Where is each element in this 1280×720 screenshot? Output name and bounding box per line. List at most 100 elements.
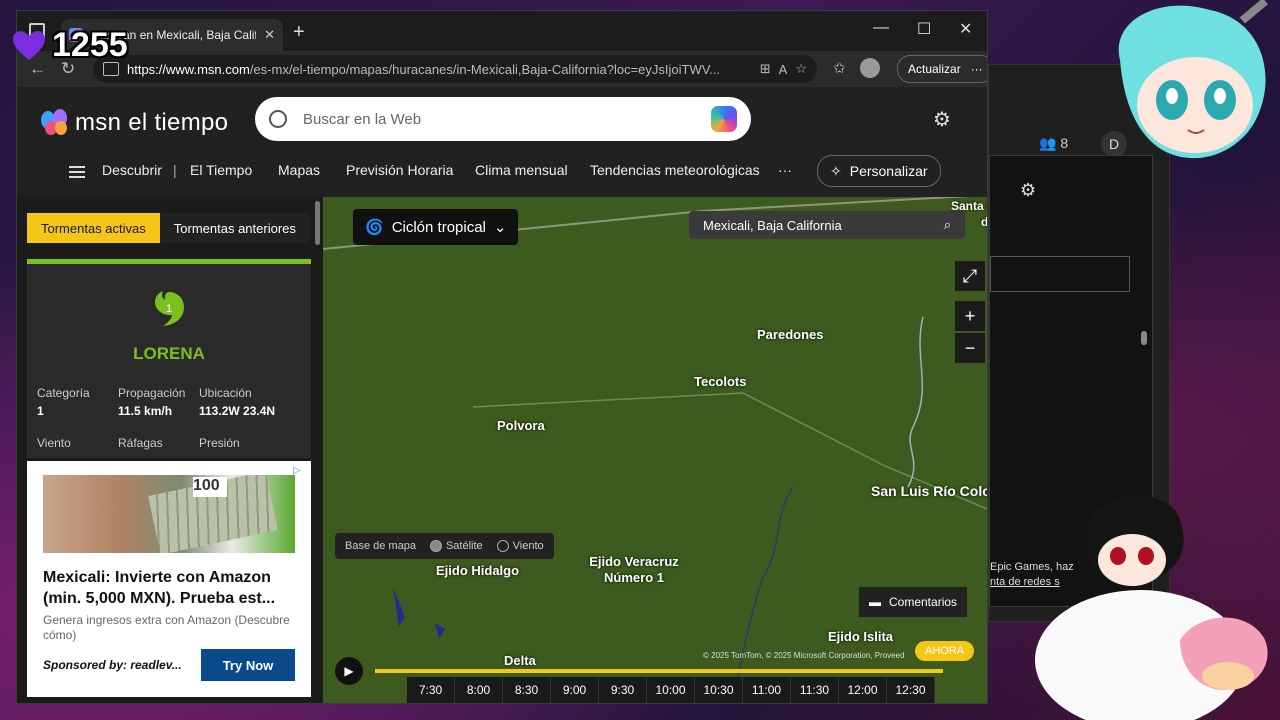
place-label: Ejido Islita [828,629,894,644]
layer-selector-button[interactable]: 🌀 Ciclón tropical ⌄ [353,209,519,245]
hurricane-category: 1 [166,303,172,315]
stat-propagacion: Propagación 11.5 km/h [118,386,185,418]
hurricane-icon: 1 [155,291,184,326]
chevron-down-icon: ⌄ [493,219,507,236]
tab-past-storms[interactable]: Tormentas anteriores [159,213,310,243]
stat-value: 113.2W 23.4N [199,404,276,418]
radio-icon [496,540,509,553]
place-label: Paredones [757,327,824,342]
time-slot[interactable]: 7:30 [407,677,455,703]
nav-tendencias[interactable]: Tendencias meteorológicas [590,162,760,178]
stat-value: 1 [37,404,44,418]
time-slot[interactable]: 8:00 [455,677,503,703]
maximize-icon[interactable]: ☐ [917,19,931,39]
sponsored-ad[interactable]: ▷ 100 Mexicali: Invierte con Amazon (min… [27,461,311,697]
tab-active-storms[interactable]: Tormentas activas [27,213,160,243]
time-slot[interactable]: 12:30 [887,677,935,703]
settings-gear-icon[interactable]: ⚙ [933,107,951,132]
minimize-icon[interactable]: — [873,19,889,37]
personalize-button[interactable]: ✧ Personalizar [817,155,941,187]
place-label: Polvora [497,418,545,433]
close-tab-icon[interactable]: ✕ [264,27,275,43]
msn-weather-page: msn el tiempo ⚙ Descubrir | El Tiempo Ma… [17,87,987,703]
time-slot[interactable]: 9:00 [551,677,599,703]
play-icon: ▶ [344,664,354,678]
url-field[interactable]: https://www.msn.com/es-mx/el-tiempo/mapa… [93,55,817,83]
users-count: 👥 8 [1039,135,1068,152]
background-input[interactable] [990,256,1130,292]
timeline-progress[interactable] [375,669,943,673]
web-search-box[interactable] [255,97,751,141]
now-badge: AHORA [915,641,975,661]
ad-subtitle: Genera ingresos extra con Amazon (Descub… [43,613,290,642]
fullscreen-icon[interactable]: ⤢ [955,261,985,291]
ad-image[interactable]: 100 [43,475,295,553]
nav-descubrir[interactable]: Descubrir [102,162,162,178]
update-button[interactable]: Actualizar ··· [897,55,987,83]
ad-try-now-button[interactable]: Try Now [201,649,295,681]
nav-more[interactable]: ··· [778,162,792,178]
msn-logo[interactable]: msn el tiempo [41,109,228,137]
nav-prevision-horaria[interactable]: Previsión Horaria [346,162,453,178]
browser-window: Huracán en Mexicali, Baja California ✕ +… [16,10,988,704]
stat-categoria: Categoría 1 [37,386,90,418]
stat-label: Presión [199,436,240,450]
time-slot[interactable]: 8:30 [503,677,551,703]
stat-rafagas: Ráfagas [118,436,163,450]
background-scrollbar[interactable] [1141,331,1147,345]
side-panel-scrollbar[interactable] [313,197,323,457]
time-slot[interactable]: 9:30 [599,677,647,703]
place-label: Santa Fe [951,199,987,213]
basemap-switcher: Base de mapa Satélite Viento [335,533,554,559]
hurricane-map[interactable]: 🌀 Ciclón tropical ⌄ Mexicali, Baja Calif… [323,197,987,703]
stat-ubicacion: Ubicación 113.2W 23.4N [199,386,275,418]
zoom-in-icon[interactable]: + [955,301,985,331]
nav-clima-mensual[interactable]: Clima mensual [475,162,568,178]
hamburger-menu-icon[interactable] [69,163,85,181]
search-icon[interactable]: ⌕ [944,217,951,233]
more-menu-icon[interactable]: ··· [971,62,983,76]
basemap-option-viento[interactable]: Viento [496,539,544,553]
toolbar: ✩ [833,58,880,78]
time-slot[interactable]: 11:00 [743,677,791,703]
zoom-out-icon[interactable]: − [955,333,985,363]
place-label: Delta [504,653,536,668]
update-label: Actualizar [908,62,961,76]
favorite-star-icon[interactable]: ☆ [795,61,807,77]
profile-avatar-icon[interactable] [859,58,880,78]
feedback-button[interactable]: ▬ Comentarios [859,587,968,617]
map-location-search[interactable]: Mexicali, Baja California ⌕ [689,211,965,239]
new-tab-icon[interactable]: + [293,21,305,44]
copilot-icon[interactable] [711,106,737,132]
url-text: https://www.msn.com/es-mx/el-tiempo/mapa… [127,62,752,77]
heart-icon [13,30,45,60]
gear-icon[interactable]: ⚙ [1020,180,1036,201]
url-host: https://www.msn.com [127,61,250,77]
map-lines [323,197,987,703]
favorites-icon[interactable]: ✩ [833,59,846,77]
nav-mapas[interactable]: Mapas [278,162,320,178]
time-slot[interactable]: 10:30 [695,677,743,703]
time-slot[interactable]: 12:00 [839,677,887,703]
cyclone-icon: 🌀 [365,219,384,236]
search-input[interactable] [301,109,697,129]
main-nav: Descubrir | El Tiempo Mapas Previsión Ho… [17,155,987,187]
read-aloud-icon[interactable]: A [779,62,788,77]
apps-icon[interactable]: ⊞ [760,61,771,77]
url-path: /es-mx/el-tiempo/mapas/huracanes/in-Mexi… [249,61,721,77]
stat-presion: Presión [199,436,240,450]
stat-label: Ubicación [199,386,252,400]
nav-el-tiempo[interactable]: El Tiempo [190,162,252,178]
storm-card[interactable]: 1 LORENA Categoría 1 Propagación 11.5 km… [27,259,311,458]
time-slot[interactable]: 10:00 [647,677,695,703]
feedback-icon: ▬ [869,595,881,609]
search-icon [269,110,287,128]
close-window-icon[interactable]: ✕ [959,19,972,39]
ad-banknote-label: 100 [193,477,227,497]
basemap-option-label: Viento [512,539,544,552]
ad-title[interactable]: Mexicali: Invierte con Amazon (min. 5,00… [43,567,299,609]
basemap-option-satelite[interactable]: Satélite [429,540,483,553]
time-slot[interactable]: 11:30 [791,677,839,703]
stat-label: Propagación [118,386,186,400]
stat-label: Categoría [37,386,90,400]
